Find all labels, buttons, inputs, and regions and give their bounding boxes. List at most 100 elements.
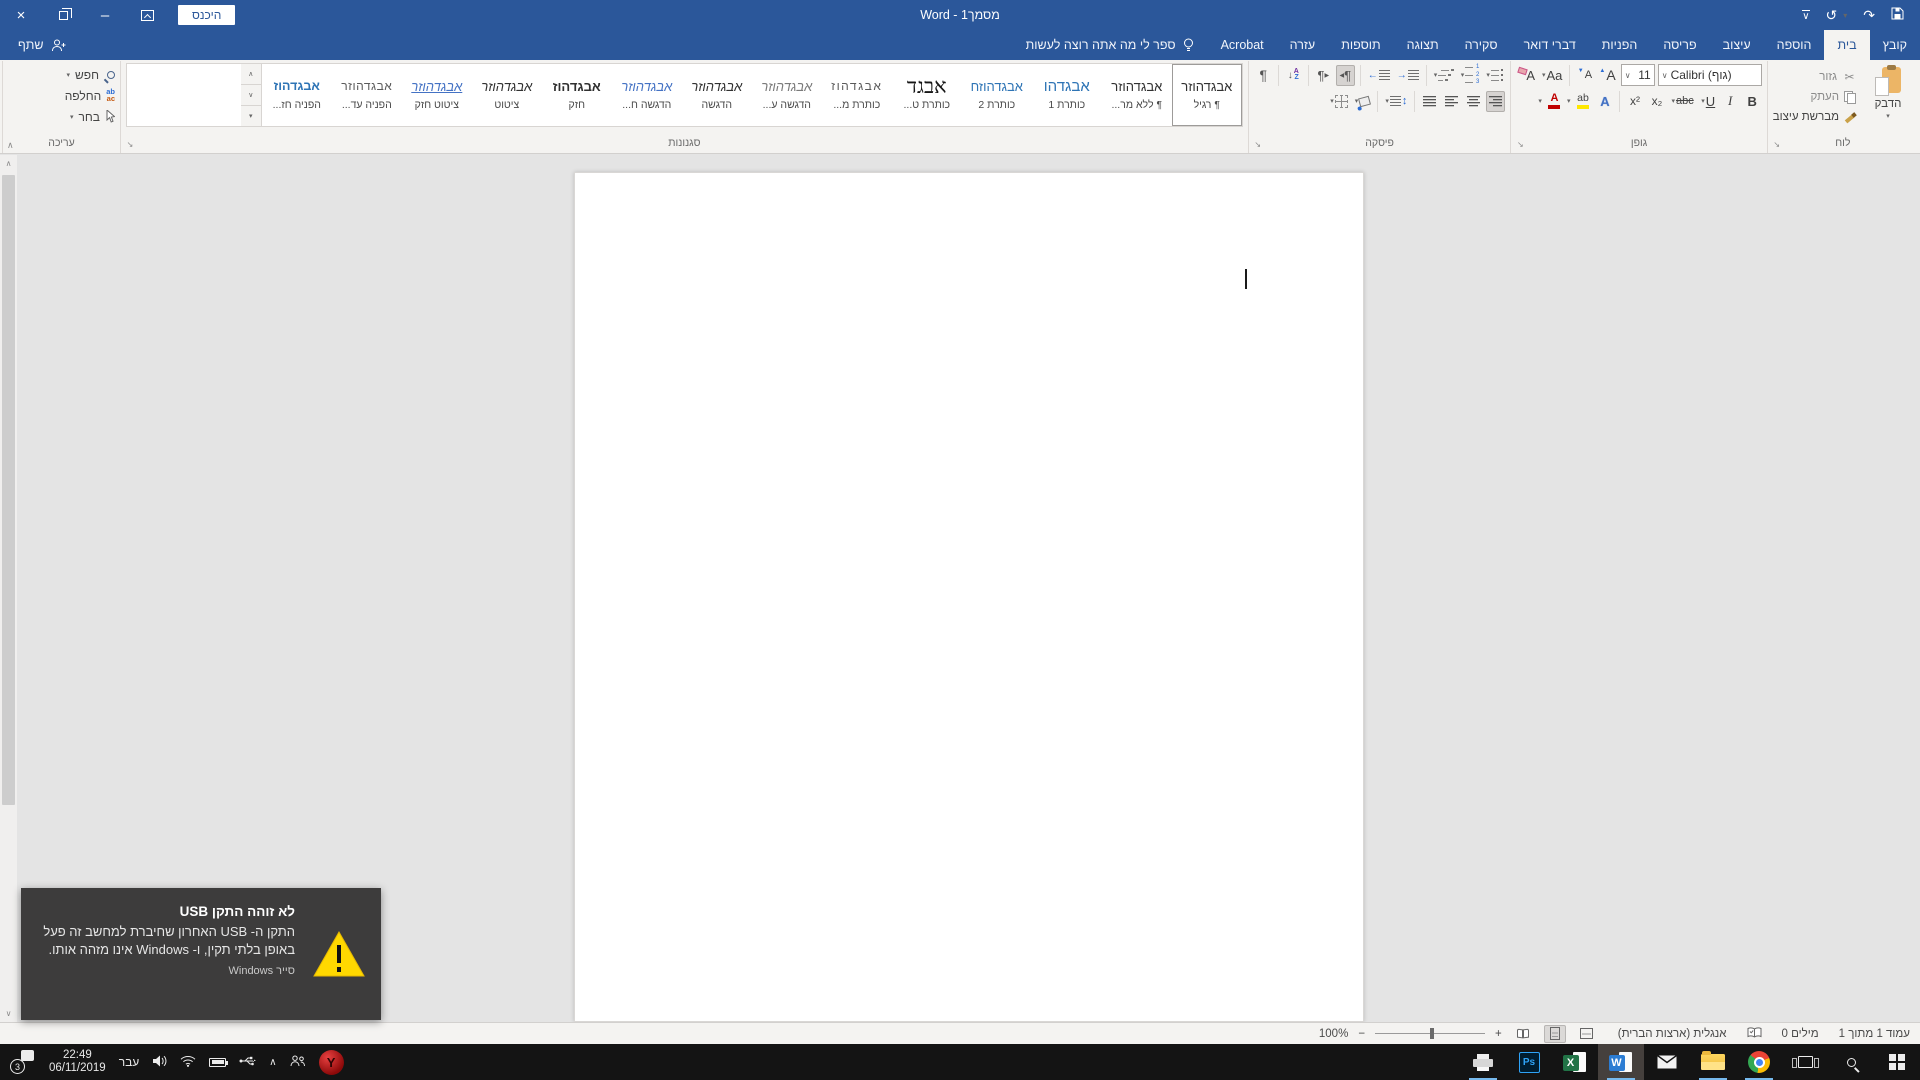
paste-button[interactable]: הדבק ▾ xyxy=(1863,64,1913,126)
status-word-count[interactable]: 0 מילים xyxy=(1782,1028,1819,1040)
style-item-intense-emphasis[interactable]: אבגדהוזרהדגשה ח... xyxy=(612,64,682,126)
volume-icon[interactable] xyxy=(152,1055,167,1070)
style-item-subtle-reference[interactable]: אבגדהוזרהפניה עד... xyxy=(332,64,402,126)
styles-scroll-down-button[interactable]: ∨ xyxy=(241,85,261,106)
style-item-no-spacing[interactable]: אבגדהוזר¶ ללא מר... xyxy=(1102,64,1172,126)
font-color-button[interactable]: A xyxy=(1545,91,1564,112)
text-effects-button[interactable]: A xyxy=(1595,91,1614,112)
undo-button[interactable]: ↺ xyxy=(1826,7,1838,24)
share-button[interactable]: שתף xyxy=(0,30,84,60)
change-case-button[interactable]: Aa▾ xyxy=(1540,65,1564,86)
tab-home[interactable]: בית xyxy=(1824,30,1869,60)
zoom-out-button[interactable]: − xyxy=(1358,1028,1365,1040)
chrome-taskbar-icon[interactable] xyxy=(1736,1044,1782,1080)
ltr-direction-button[interactable]: ▶¶ xyxy=(1314,65,1333,86)
redo-button[interactable]: ↷ xyxy=(1863,7,1875,24)
sort-button[interactable]: AZ↓ xyxy=(1284,65,1303,86)
save-button[interactable] xyxy=(1891,7,1904,23)
notification-center-button[interactable]: 3 xyxy=(10,1050,36,1074)
paragraph-dialog-launcher[interactable]: ↘ xyxy=(1252,138,1264,150)
tab-review[interactable]: סקירה xyxy=(1452,30,1511,60)
tab-view[interactable]: תצוגה xyxy=(1394,30,1452,60)
vertical-scrollbar[interactable]: ∧ ∨ xyxy=(0,155,17,1022)
styles-scroll-up-button[interactable]: ∧ xyxy=(241,64,261,85)
style-item-quote[interactable]: אבגדהוזרציטוט xyxy=(472,64,542,126)
multilevel-list-button[interactable]: ▾ xyxy=(1432,65,1456,86)
subscript-button[interactable]: x₂ xyxy=(1647,91,1666,112)
underline-button[interactable]: U▾ xyxy=(1699,91,1718,112)
justify-button[interactable] xyxy=(1420,91,1439,112)
excel-taskbar-icon[interactable]: X xyxy=(1552,1044,1598,1080)
font-dialog-launcher[interactable]: ↘ xyxy=(1514,138,1526,150)
close-button[interactable]: × xyxy=(0,0,42,30)
line-spacing-button[interactable]: ↕▾ xyxy=(1383,91,1409,112)
photoshop-taskbar-icon[interactable]: Ps xyxy=(1506,1044,1552,1080)
minimize-button[interactable]: – xyxy=(84,0,126,30)
tab-addins[interactable]: תוספות xyxy=(1328,30,1393,60)
align-right-button[interactable] xyxy=(1486,91,1505,112)
highlight-button[interactable]: ab xyxy=(1573,91,1592,112)
tab-references[interactable]: הפניות xyxy=(1589,30,1651,60)
print-layout-button[interactable] xyxy=(1544,1025,1566,1043)
strikethrough-button[interactable]: abc▾ xyxy=(1669,91,1695,112)
document-page[interactable] xyxy=(574,172,1364,1022)
sign-in-button[interactable]: היכנס xyxy=(178,5,235,25)
shrink-font-button[interactable]: A▼ xyxy=(1575,65,1594,86)
style-item-strong[interactable]: אבגדהוזחזק xyxy=(542,64,612,126)
italic-button[interactable]: I xyxy=(1721,91,1740,112)
font-size-select[interactable]: ∨11 xyxy=(1621,64,1655,86)
style-item-subtitle[interactable]: אבגדהוזכותרת מ... xyxy=(822,64,892,126)
style-item-intense-reference[interactable]: אבגדהוזהפניה חז... xyxy=(262,64,332,126)
bold-button[interactable]: B xyxy=(1743,91,1762,112)
styles-more-button[interactable]: ▾ xyxy=(241,106,261,126)
bullets-button[interactable]: ▾ xyxy=(1484,65,1505,86)
status-page-number[interactable]: עמוד 1 מתוך 1 xyxy=(1839,1028,1910,1040)
style-item-subtle-emphasis[interactable]: אבגדהוזרהדגשה ע... xyxy=(752,64,822,126)
mail-taskbar-icon[interactable] xyxy=(1644,1044,1690,1080)
grow-font-button[interactable]: A▲ xyxy=(1597,65,1617,86)
vantage-icon[interactable]: Y xyxy=(319,1050,344,1075)
taskbar-search-button[interactable] xyxy=(1828,1044,1874,1080)
restore-button[interactable] xyxy=(42,0,84,30)
status-proofing-button[interactable] xyxy=(1747,1027,1762,1041)
find-button[interactable]: חפש▾ xyxy=(8,65,115,84)
tab-file[interactable]: קובץ xyxy=(1870,30,1920,60)
highlight-dropdown[interactable]: ▾ xyxy=(1567,97,1571,105)
clear-formatting-button[interactable]: A xyxy=(1516,65,1537,86)
usb-icon[interactable] xyxy=(239,1055,256,1070)
style-item-title[interactable]: אבגדכותרת ט... xyxy=(892,64,962,126)
styles-dialog-launcher[interactable]: ↘ xyxy=(124,138,136,150)
style-item-normal[interactable]: אבגדהוזר¶ רגיל xyxy=(1172,64,1242,126)
qat-customize-button[interactable]: ∨ xyxy=(1802,10,1809,21)
format-painter-button[interactable]: מברשת עיצוב xyxy=(1773,108,1857,126)
wifi-icon[interactable] xyxy=(180,1055,196,1070)
style-item-emphasis[interactable]: אבגדהוזרהדגשה xyxy=(682,64,752,126)
word-taskbar-icon[interactable]: W xyxy=(1598,1044,1644,1080)
cut-button[interactable]: ✂גזור xyxy=(1773,68,1857,86)
font-color-dropdown[interactable]: ▾ xyxy=(1538,97,1542,105)
borders-button[interactable]: ▾ xyxy=(1328,91,1350,112)
copy-button[interactable]: העתק xyxy=(1773,88,1857,106)
zoom-in-button[interactable]: + xyxy=(1495,1028,1502,1040)
read-mode-button[interactable] xyxy=(1512,1025,1534,1043)
replace-button[interactable]: abacהחלפה xyxy=(8,86,115,105)
font-family-select[interactable]: ∨Calibri (גוף) xyxy=(1658,64,1762,86)
tab-help[interactable]: עזרה xyxy=(1277,30,1329,60)
tell-me-box[interactable]: ספר לי מה אתה רוצה לעשות xyxy=(1012,30,1208,60)
usb-notification-toast[interactable]: לא זוהה התקן USB התקן ה- USB האחרון שחיב… xyxy=(21,888,381,1020)
align-center-button[interactable] xyxy=(1464,91,1483,112)
tab-mailings[interactable]: דברי דואר xyxy=(1511,30,1589,60)
battery-icon[interactable] xyxy=(209,1058,226,1067)
style-item-heading1[interactable]: אבגדהוכותרת 1 xyxy=(1032,64,1102,126)
tab-layout[interactable]: פריסה xyxy=(1650,30,1709,60)
start-button[interactable] xyxy=(1874,1044,1920,1080)
zoom-slider-thumb[interactable] xyxy=(1430,1028,1434,1039)
task-view-button[interactable] xyxy=(1782,1044,1828,1080)
clock[interactable]: 22:4906/11/2019 xyxy=(49,1049,106,1075)
printer-taskbar-icon[interactable] xyxy=(1460,1044,1506,1080)
decrease-indent-button[interactable]: ← xyxy=(1366,65,1392,86)
select-button[interactable]: בחר▾ xyxy=(8,107,115,126)
tab-acrobat[interactable]: Acrobat xyxy=(1208,30,1277,60)
increase-indent-button[interactable]: → xyxy=(1395,65,1421,86)
tab-design[interactable]: עיצוב xyxy=(1710,30,1764,60)
